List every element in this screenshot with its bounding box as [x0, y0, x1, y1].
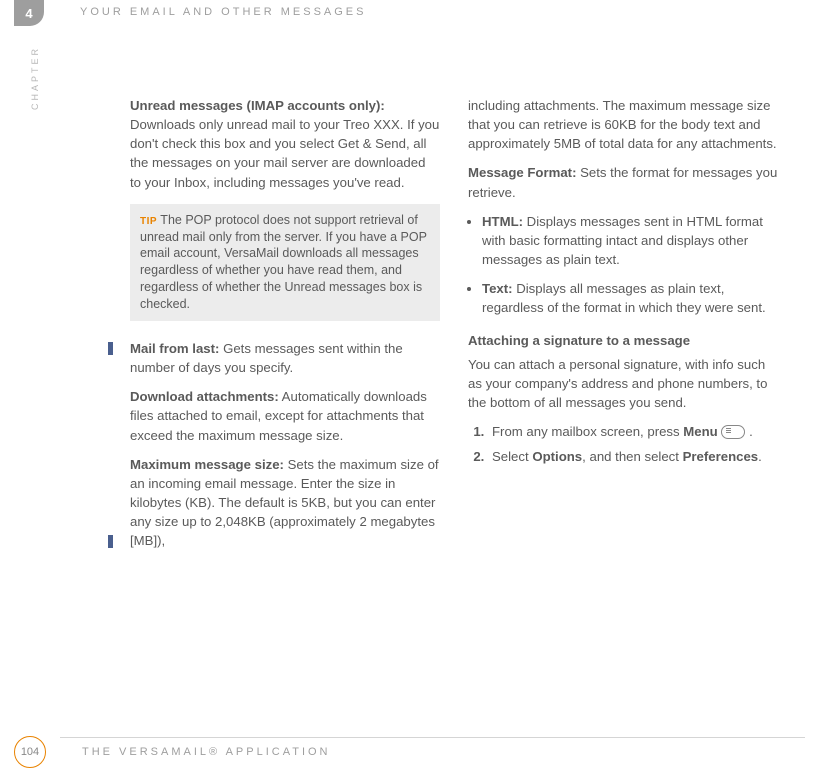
tip-box: TIP The POP protocol does not support re… — [130, 204, 440, 321]
steps-list: From any mailbox screen, press Menu . Se… — [468, 422, 778, 466]
menu-icon — [721, 425, 745, 439]
content-area: Unread messages (IMAP accounts only): Do… — [130, 96, 825, 560]
bold-label: Preferences — [683, 449, 759, 464]
side-marker-icon — [108, 342, 113, 355]
page-number: 104 — [14, 736, 46, 768]
tip-text: The POP protocol does not support retrie… — [140, 213, 427, 311]
page-footer: 104 THE VERSAMAIL® APPLICATION — [14, 736, 331, 768]
body-text: Displays messages sent in HTML format wi… — [482, 214, 763, 267]
bold-label: Text: — [482, 281, 513, 296]
bold-label: Options — [532, 449, 582, 464]
body-text: Displays all messages as plain text, reg… — [482, 281, 766, 315]
paragraph-message-format: Message Format: Sets the format for mess… — [468, 163, 778, 201]
list-item: Text: Displays all messages as plain tex… — [482, 279, 778, 317]
paragraph-mail-from-last: Mail from last: Gets messages sent withi… — [130, 339, 440, 377]
paragraph-signature-intro: You can attach a personal signature, wit… — [468, 355, 778, 412]
tip-label: TIP — [140, 216, 157, 227]
list-item: HTML: Displays messages sent in HTML for… — [482, 212, 778, 269]
bold-label: Unread messages (IMAP accounts only): — [130, 98, 385, 113]
paragraph-download-attachments: Download attachments: Automatically down… — [130, 387, 440, 444]
right-column: including attachments. The maximum messa… — [468, 96, 778, 560]
bold-label: HTML: — [482, 214, 523, 229]
paragraph-unread: Unread messages (IMAP accounts only): Do… — [130, 96, 440, 192]
left-column: Unread messages (IMAP accounts only): Do… — [130, 96, 440, 560]
format-bullet-list: HTML: Displays messages sent in HTML for… — [468, 212, 778, 318]
bold-label: Mail from last: — [130, 341, 219, 356]
step-text: Select — [492, 449, 532, 464]
bold-label: Maximum message size: — [130, 457, 284, 472]
header-title: YOUR EMAIL AND OTHER MESSAGES — [80, 6, 366, 18]
bold-label: Download attachments: — [130, 389, 279, 404]
chapter-side-label: CHAPTER — [30, 46, 40, 110]
step-item: From any mailbox screen, press Menu . — [488, 422, 778, 441]
side-marker-icon — [108, 535, 113, 548]
paragraph-max-size: Maximum message size: Sets the maximum s… — [130, 455, 440, 551]
bold-label: Menu — [683, 424, 717, 439]
paragraph-continuation: including attachments. The maximum messa… — [468, 96, 778, 153]
step-text: . — [745, 424, 752, 439]
step-item: Select Options, and then select Preferen… — [488, 447, 778, 466]
step-text: . — [758, 449, 762, 464]
body-text: Downloads only unread mail to your Treo … — [130, 117, 439, 189]
step-text: , and then select — [582, 449, 682, 464]
page-header: 4 YOUR EMAIL AND OTHER MESSAGES — [0, 0, 825, 26]
chapter-number-tab: 4 — [14, 0, 44, 26]
step-text: From any mailbox screen, press — [492, 424, 683, 439]
footer-title: THE VERSAMAIL® APPLICATION — [82, 746, 331, 758]
section-heading: Attaching a signature to a message — [468, 331, 778, 350]
bold-label: Message Format: — [468, 165, 576, 180]
